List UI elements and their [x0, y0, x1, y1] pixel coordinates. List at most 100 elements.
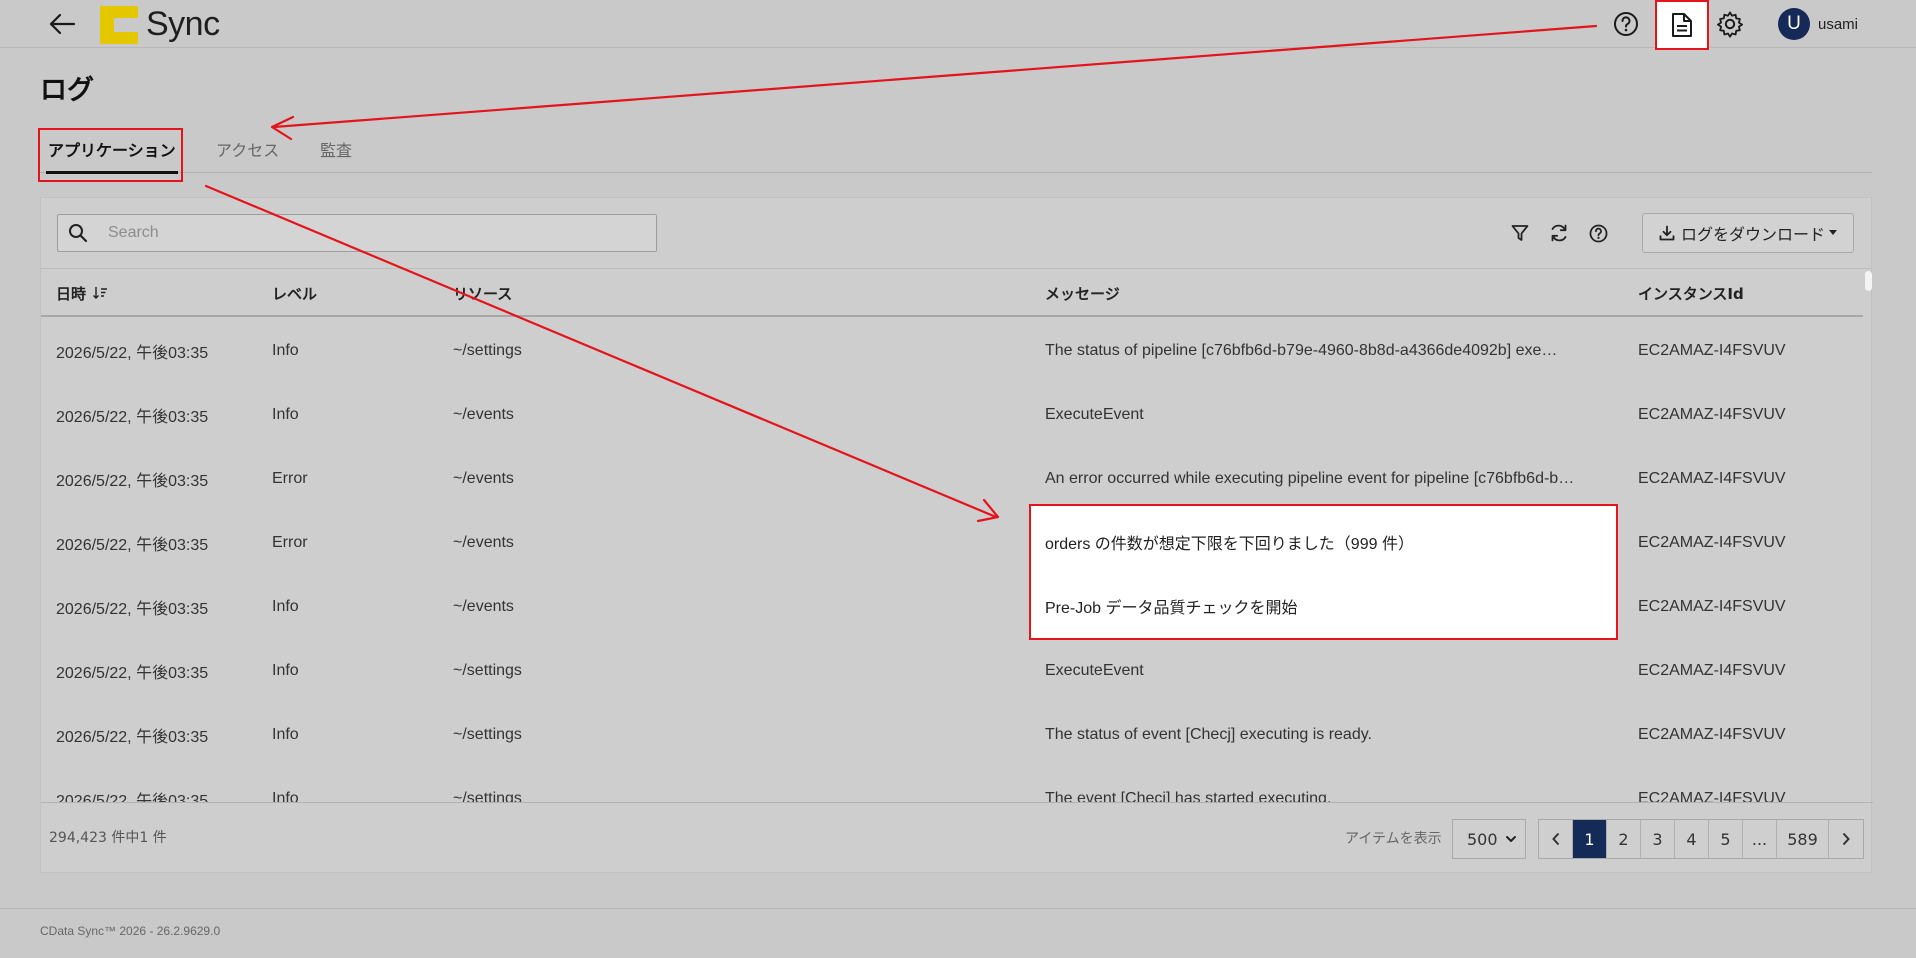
cell-level: Info	[272, 342, 299, 359]
settings-button[interactable]	[1713, 8, 1747, 40]
table-scrollbar[interactable]	[1863, 269, 1873, 802]
scrollbar-thumb[interactable]	[1865, 271, 1872, 291]
cell-datetime: 2026/5/22, 午後03:35	[56, 793, 209, 802]
caret-down-icon	[1829, 230, 1837, 235]
cell-resource: ~/events	[453, 406, 514, 423]
cell-instance: EC2AMAZ-I4FSVUV	[1638, 534, 1786, 551]
cell-resource: ~/settings	[453, 662, 522, 679]
page-button-2[interactable]: 2	[1607, 820, 1641, 858]
table-header: 日時 レベル リソース メッセージ インスタンスId	[41, 269, 1863, 317]
app-name: Sync	[146, 5, 220, 43]
cell-resource: ~/events	[453, 598, 514, 615]
help-icon	[1589, 224, 1607, 242]
cell-level: Info	[272, 726, 299, 743]
column-header-datetime[interactable]: 日時	[56, 269, 108, 317]
user-menu[interactable]: U usami	[1778, 8, 1858, 40]
cell-datetime: 2026/5/22, 午後03:35	[56, 409, 209, 426]
item-count: 294,423 件中1 件	[49, 830, 167, 846]
page-button-last[interactable]: 589	[1777, 820, 1829, 858]
tab-audit[interactable]: 監査	[320, 125, 352, 173]
cell-datetime: 2026/5/22, 午後03:35	[56, 665, 209, 682]
column-header-resource[interactable]: リソース	[453, 269, 512, 317]
cell-datetime: 2026/5/22, 午後03:35	[56, 729, 209, 746]
cell-resource: ~/events	[453, 470, 514, 487]
tab-highlight-box	[38, 128, 183, 182]
cell-message: The status of pipeline [c76bfb6d-b79e-49…	[1045, 342, 1558, 359]
cell-resource: ~/settings	[453, 342, 522, 359]
page-button-4[interactable]: 4	[1675, 820, 1709, 858]
user-name: usami	[1818, 15, 1859, 33]
cell-instance: EC2AMAZ-I4FSVUV	[1638, 790, 1786, 802]
avatar: U	[1778, 8, 1810, 40]
cell-level: Info	[272, 790, 299, 802]
cell-resource: ~/settings	[453, 790, 522, 802]
prev-page-button[interactable]	[1539, 820, 1573, 858]
search-icon	[58, 215, 98, 251]
back-arrow-icon	[49, 13, 76, 35]
logs-button[interactable]	[1655, 0, 1709, 50]
help-icon	[1614, 12, 1638, 36]
top-bar: Sync U usami	[0, 0, 1916, 48]
per-page-label: アイテムを表示	[1345, 831, 1442, 847]
download-label: ログをダウンロード	[1680, 225, 1825, 244]
document-icon	[1672, 13, 1692, 37]
cell-message: ExecuteEvent	[1045, 406, 1144, 423]
per-page-select[interactable]: 500	[1452, 819, 1526, 859]
cell-level: Info	[272, 662, 299, 679]
cell-instance: EC2AMAZ-I4FSVUV	[1638, 726, 1786, 743]
pagination: 1 2 3 4 5 ... 589	[1538, 819, 1864, 859]
page-title: ログ	[40, 75, 94, 106]
log-help-button[interactable]	[1583, 218, 1613, 248]
pagination-bar: 294,423 件中1 件 アイテムを表示 500 1 2 3 4 5 ... …	[41, 802, 1873, 874]
cell-instance: EC2AMAZ-I4FSVUV	[1638, 598, 1786, 615]
refresh-button[interactable]	[1544, 218, 1574, 248]
cell-instance: EC2AMAZ-I4FSVUV	[1638, 470, 1786, 487]
chevron-down-icon	[1506, 836, 1516, 842]
download-logs-button[interactable]: ログをダウンロード	[1642, 213, 1854, 253]
cell-message: The event [Checj] has started executing.	[1045, 790, 1332, 802]
cell-message: orders の件数が想定下限を下回りました（999 件）	[1045, 536, 1414, 553]
tab-access[interactable]: アクセス	[216, 125, 279, 173]
column-header-message[interactable]: メッセージ	[1045, 269, 1120, 317]
column-header-instance[interactable]: インスタンスId	[1638, 269, 1744, 317]
search-box	[57, 214, 657, 252]
highlighted-messages: orders の件数が想定下限を下回りました（999 件） Pre-Job デー…	[1029, 504, 1618, 640]
table-row[interactable]: 2026/5/22, 午後03:35 Error ~/events An err…	[41, 447, 1863, 511]
cell-instance: EC2AMAZ-I4FSVUV	[1638, 662, 1786, 679]
per-page-value: 500	[1467, 829, 1498, 849]
cell-instance: EC2AMAZ-I4FSVUV	[1638, 406, 1786, 423]
filter-icon	[1511, 225, 1529, 241]
table-row[interactable]: 2026/5/22, 午後03:35 Info ~/settings The s…	[41, 319, 1863, 383]
table-row[interactable]: 2026/5/22, 午後03:35 Info ~/events Execute…	[41, 383, 1863, 447]
version-text: CData Sync™ 2026 - 26.2.9629.0	[40, 924, 221, 938]
sort-descending-icon[interactable]	[92, 286, 108, 300]
column-header-level[interactable]: レベル	[272, 269, 317, 317]
cell-level: Error	[272, 470, 308, 487]
page-button-5[interactable]: 5	[1709, 820, 1743, 858]
refresh-icon	[1551, 224, 1567, 242]
filter-button[interactable]	[1505, 218, 1535, 248]
chevron-right-icon	[1842, 832, 1850, 846]
page-button-1[interactable]: 1	[1573, 820, 1607, 858]
cell-resource: ~/settings	[453, 726, 522, 743]
cell-message: The status of event [Checj] executing is…	[1045, 726, 1372, 743]
download-icon	[1659, 225, 1675, 241]
back-button[interactable]	[44, 8, 80, 40]
page-button-3[interactable]: 3	[1641, 820, 1675, 858]
logo-mark-icon	[100, 5, 138, 44]
search-input[interactable]	[108, 224, 648, 242]
table-row[interactable]: 2026/5/22, 午後03:35 Info ~/settings Execu…	[41, 639, 1863, 703]
help-button[interactable]	[1609, 8, 1643, 40]
cell-level: Error	[272, 534, 308, 551]
chevron-left-icon	[1551, 832, 1559, 846]
cell-message: ExecuteEvent	[1045, 662, 1144, 679]
table-row[interactable]: 2026/5/22, 午後03:35 Info ~/settings The s…	[41, 703, 1863, 767]
cell-level: Info	[272, 598, 299, 615]
page-footer: CData Sync™ 2026 - 26.2.9629.0	[0, 908, 1916, 958]
next-page-button[interactable]	[1829, 820, 1863, 858]
cell-instance: EC2AMAZ-I4FSVUV	[1638, 342, 1786, 359]
app-logo[interactable]: Sync	[100, 5, 220, 44]
page-ellipsis: ...	[1743, 820, 1777, 858]
table-row[interactable]: 2026/5/22, 午後03:35 Info ~/settings The e…	[41, 767, 1863, 802]
cell-datetime: 2026/5/22, 午後03:35	[56, 601, 209, 618]
